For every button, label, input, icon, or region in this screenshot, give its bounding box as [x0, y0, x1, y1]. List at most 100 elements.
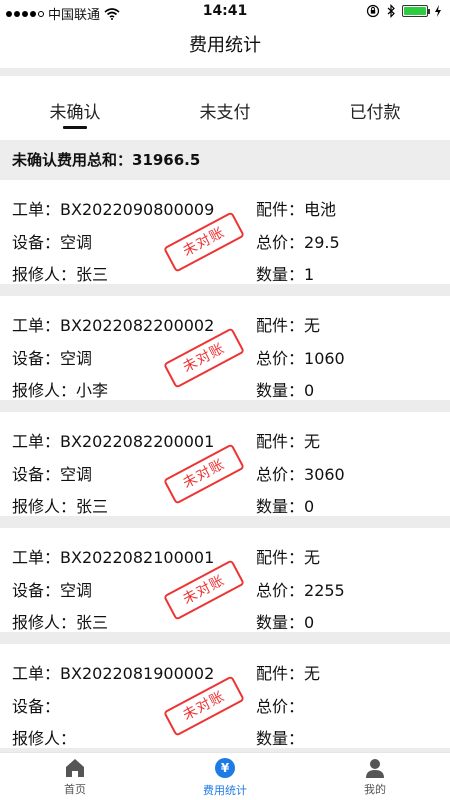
nav-home-label: 首页	[64, 783, 86, 796]
unreconciled-stamp: 未对账	[162, 675, 246, 737]
order-field-value: BX2022082200001	[60, 432, 215, 451]
nav-fee-statistics[interactable]: ¥ 费用统计	[150, 753, 300, 800]
quantity-field-value: 0	[304, 381, 315, 400]
rotation-lock-icon	[366, 4, 380, 18]
parts-field-value: 电池	[304, 200, 337, 219]
parts-field: 配件：无	[256, 660, 320, 684]
battery-icon	[402, 5, 430, 17]
bottom-nav: 首页 ¥ 费用统计 我的	[0, 752, 450, 800]
parts-field-value: 无	[304, 664, 321, 683]
order-field-label: 工单：	[12, 432, 61, 451]
total-price-field-value: 3060	[304, 465, 345, 484]
parts-field: 配件：电池	[256, 196, 336, 220]
total-price-field-value: 2255	[304, 581, 345, 600]
parts-field: 配件：无	[256, 312, 320, 336]
device-field: 设备：空调	[12, 345, 92, 369]
tab-bar: 未确认 未支付 已付款	[0, 76, 450, 140]
parts-field-label: 配件：	[256, 200, 305, 219]
total-price-field: 总价：	[256, 693, 304, 717]
parts-field-value: 无	[304, 316, 321, 335]
device-field-label: 设备：	[12, 349, 61, 368]
parts-field-label: 配件：	[256, 432, 305, 451]
tab-unconfirmed[interactable]: 未确认	[0, 76, 150, 140]
order-field: 工单：BX2022082200002	[12, 312, 214, 336]
status-bar: 中国联通 14:41	[0, 0, 450, 24]
parts-field-value: 无	[304, 548, 321, 567]
nav-fee-statistics-label: 费用统计	[203, 784, 247, 797]
status-right	[366, 4, 442, 18]
quantity-field-value: 1	[304, 265, 315, 284]
total-price-field: 总价：29.5	[256, 229, 340, 253]
parts-field: 配件：无	[256, 544, 320, 568]
quantity-field: 数量：0	[256, 493, 314, 517]
device-field: 设备：	[12, 693, 60, 717]
record-card[interactable]: 工单：BX2022090800009 设备：空调报修人：张三 配件：电池总价：29.…	[0, 180, 450, 296]
user-icon	[366, 759, 384, 778]
device-field-label: 设备：	[12, 233, 61, 252]
device-field-value: 空调	[60, 581, 93, 600]
quantity-field: 数量：0	[256, 609, 314, 633]
quantity-field: 数量：	[256, 725, 304, 749]
nav-profile-label: 我的	[364, 783, 386, 796]
yen-icon: ¥	[215, 758, 235, 778]
parts-field: 配件：无	[256, 428, 320, 452]
nav-home[interactable]: 首页	[0, 753, 150, 800]
reporter-field: 报修人：小李	[12, 377, 108, 401]
order-field-value: BX2022082100001	[60, 548, 215, 567]
quantity-field-label: 数量：	[256, 613, 305, 632]
parts-field-label: 配件：	[256, 548, 305, 567]
device-field: 设备：空调	[12, 577, 92, 601]
tab-unpaid[interactable]: 未支付	[150, 76, 300, 140]
quantity-field-label: 数量：	[256, 265, 305, 284]
total-price-field-label: 总价：	[256, 233, 305, 252]
total-price-field: 总价：1060	[256, 345, 345, 369]
total-price-field-value: 29.5	[304, 233, 340, 252]
record-card[interactable]: 工单：BX2022082200001 设备：空调报修人：张三 配件：无总价：3060…	[0, 412, 450, 528]
device-field: 设备：空调	[12, 461, 92, 485]
nav-profile[interactable]: 我的	[300, 753, 450, 800]
tab-paid[interactable]: 已付款	[300, 76, 450, 140]
reporter-field: 报修人：张三	[12, 609, 108, 633]
record-list[interactable]: 工单：BX2022090800009 设备：空调 报修人：张三 配件：电池 总价：29.…	[0, 180, 450, 752]
device-field-label: 设备：	[12, 465, 61, 484]
order-field-label: 工单：	[12, 548, 61, 567]
device-field: 设备：空调	[12, 229, 92, 253]
total-price-field-label: 总价：	[256, 349, 305, 368]
unreconciled-stamp: 未对账	[162, 559, 246, 621]
record-card[interactable]: 工单：BX2022082200002 设备：空调报修人：小李 配件：无总价：1060…	[0, 296, 450, 412]
summary-total: 未确认费用总和：31966.5	[0, 140, 450, 180]
quantity-field-label: 数量：	[256, 729, 305, 748]
device-field-label: 设备：	[12, 697, 61, 716]
total-price-field-label: 总价：	[256, 465, 305, 484]
total-price-field-label: 总价：	[256, 581, 305, 600]
reporter-field-value: 张三	[76, 265, 109, 284]
order-field-label: 工单：	[12, 664, 61, 683]
quantity-field-value: 0	[304, 613, 315, 632]
reporter-field-label: 报修人：	[12, 381, 77, 400]
reporter-field: 报修人：张三	[12, 261, 108, 285]
divider	[0, 68, 450, 76]
quantity-field-label: 数量：	[256, 381, 305, 400]
quantity-field-label: 数量：	[256, 497, 305, 516]
reporter-field: 报修人：张三	[12, 493, 108, 517]
order-field: 工单：BX2022082200001	[12, 428, 214, 452]
order-field: 工单：BX2022081900002	[12, 660, 214, 684]
total-price-field-value: 1060	[304, 349, 345, 368]
device-field-value: 空调	[60, 233, 93, 252]
charging-icon	[435, 5, 441, 17]
order-field: 工单：BX2022090800009	[12, 196, 214, 220]
record-card[interactable]: 工单：BX2022081900002 设备： 报修人： 配件：无 总价： 数量： 未对账	[0, 644, 450, 752]
device-field-value: 空调	[60, 465, 93, 484]
parts-field-value: 无	[304, 432, 321, 451]
unreconciled-stamp: 未对账	[162, 327, 246, 389]
order-field-label: 工单：	[12, 200, 61, 219]
parts-field-label: 配件：	[256, 316, 305, 335]
total-price-field: 总价：3060	[256, 461, 345, 485]
page-title: 费用统计	[189, 35, 261, 56]
record-card[interactable]: 工单：BX2022082100001 设备：空调报修人：张三 配件：无总价：2255…	[0, 528, 450, 644]
unreconciled-stamp: 未对账	[162, 211, 246, 273]
quantity-field-value: 0	[304, 497, 315, 516]
device-field-label: 设备：	[12, 581, 61, 600]
order-field-value: BX2022090800009	[60, 200, 215, 219]
order-field-label: 工单：	[12, 316, 61, 335]
